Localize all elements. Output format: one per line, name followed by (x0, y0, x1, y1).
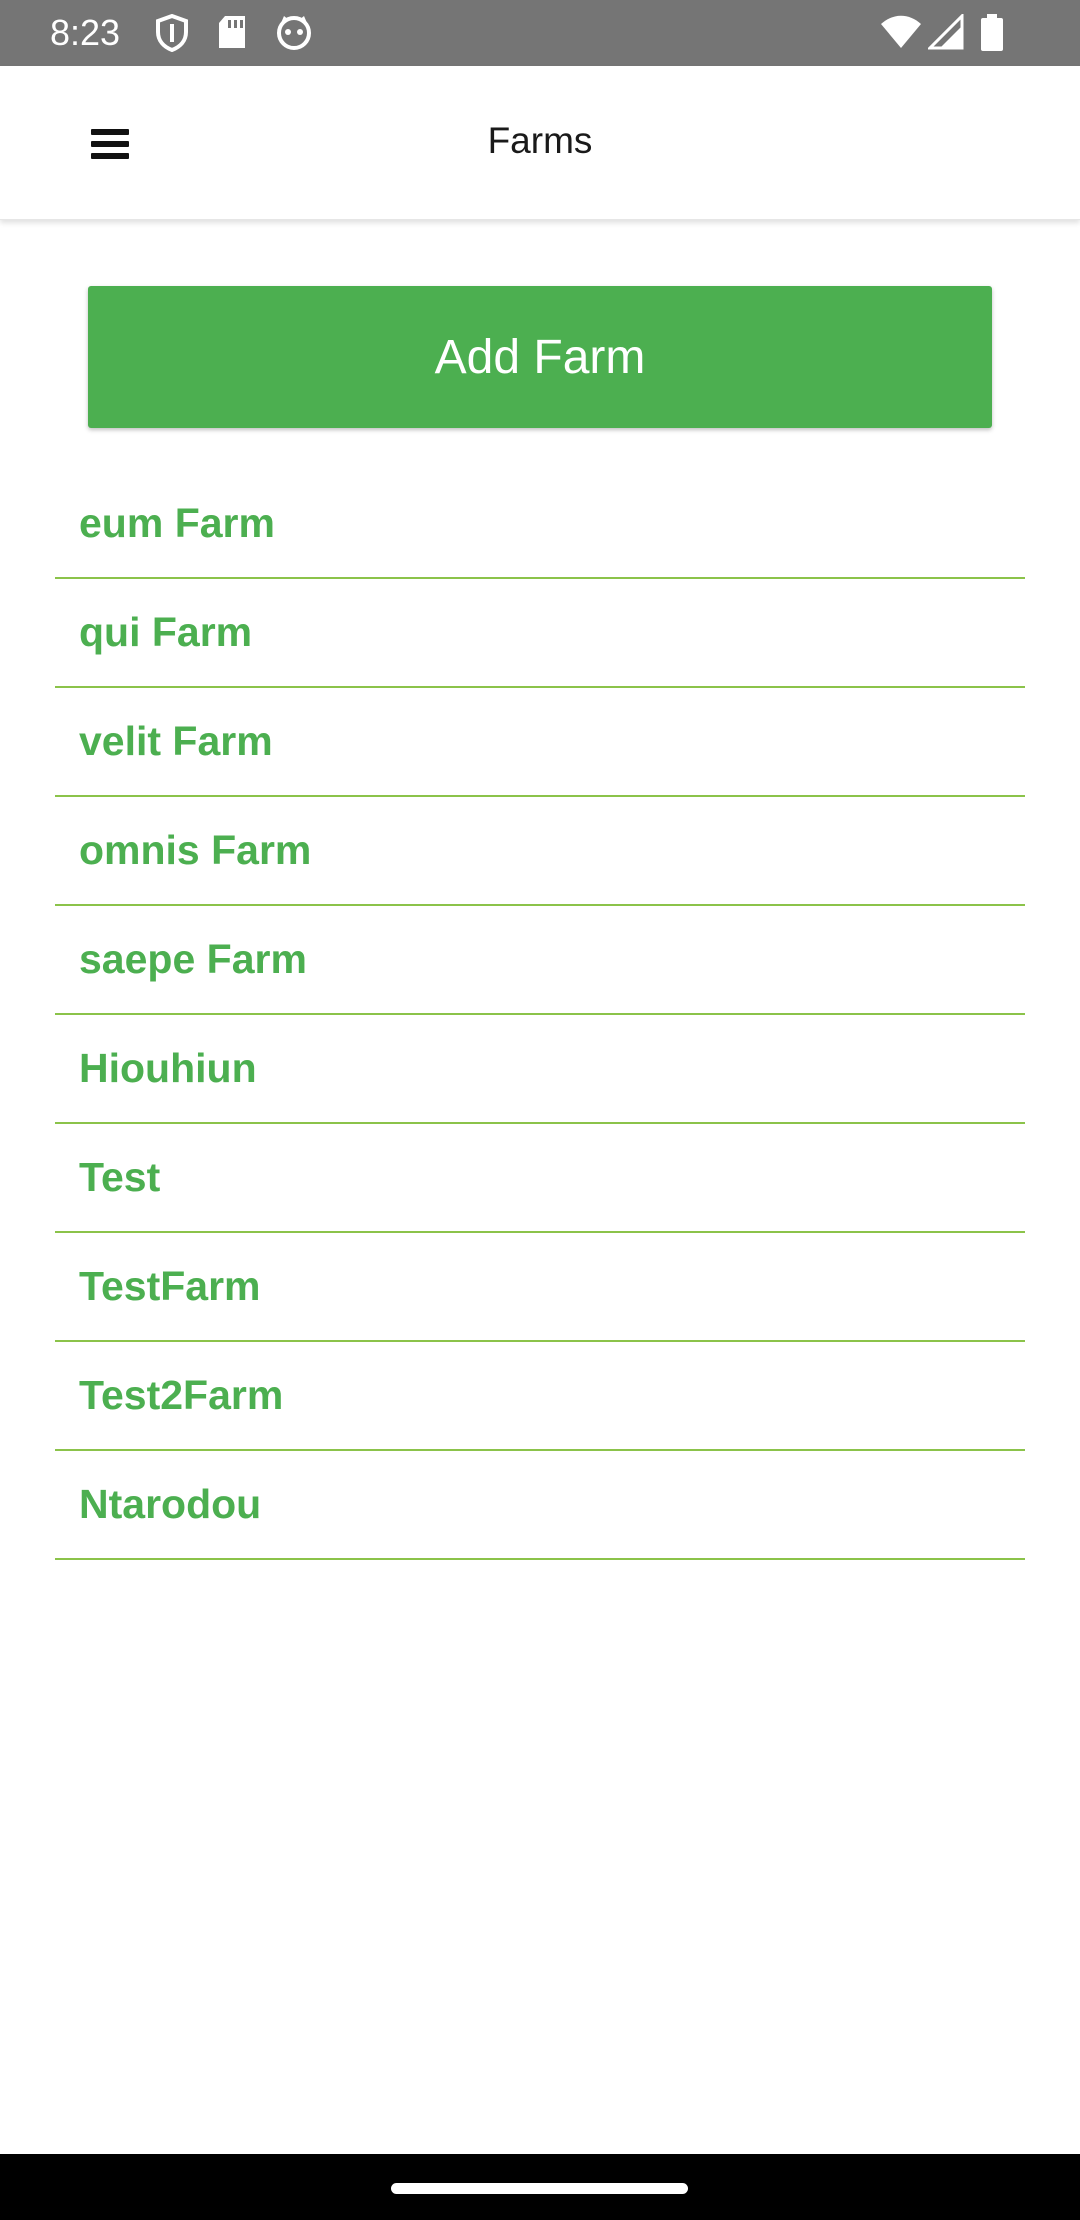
farm-list-item[interactable]: eum Farm (55, 470, 1025, 579)
farm-list-item[interactable]: saepe Farm (55, 906, 1025, 1015)
home-gesture-handle[interactable] (391, 2183, 688, 2194)
battery-icon (980, 14, 1004, 57)
farm-list-item[interactable]: omnis Farm (55, 797, 1025, 906)
add-farm-button[interactable]: Add Farm (88, 286, 992, 428)
farm-list-item[interactable]: Test2Farm (55, 1342, 1025, 1451)
farm-list-item[interactable]: TestFarm (55, 1233, 1025, 1342)
farm-list-item[interactable]: qui Farm (55, 579, 1025, 688)
farm-name: eum Farm (79, 500, 275, 546)
signal-icon (926, 12, 964, 55)
sd-card-icon (217, 14, 247, 55)
farm-list-item[interactable]: velit Farm (55, 688, 1025, 797)
status-bar: 8:23 (0, 0, 1080, 66)
app-bar: Farms (0, 66, 1080, 220)
farm-name: qui Farm (79, 609, 253, 655)
farm-name: Test (79, 1154, 161, 1200)
farm-name: saepe Farm (79, 936, 307, 982)
navigation-bar (0, 2154, 1080, 2220)
farm-list-item[interactable]: Ntarodou (55, 1451, 1025, 1560)
status-time: 8:23 (50, 12, 121, 53)
farm-list: eum Farm qui Farm velit Farm omnis Farm … (55, 470, 1025, 1560)
farm-name: omnis Farm (79, 827, 312, 873)
farm-name: Hiouhiun (79, 1045, 257, 1091)
farm-list-item[interactable]: Test (55, 1124, 1025, 1233)
wifi-icon (880, 14, 922, 55)
farm-name: TestFarm (79, 1263, 261, 1309)
farm-list-item[interactable]: Hiouhiun (55, 1015, 1025, 1124)
page-title: Farms (487, 120, 593, 161)
farm-name: Test2Farm (79, 1372, 284, 1418)
cat-face-icon (275, 14, 313, 55)
shield-icon (155, 13, 189, 57)
farm-name: Ntarodou (79, 1481, 262, 1527)
farm-name: velit Farm (79, 718, 273, 764)
